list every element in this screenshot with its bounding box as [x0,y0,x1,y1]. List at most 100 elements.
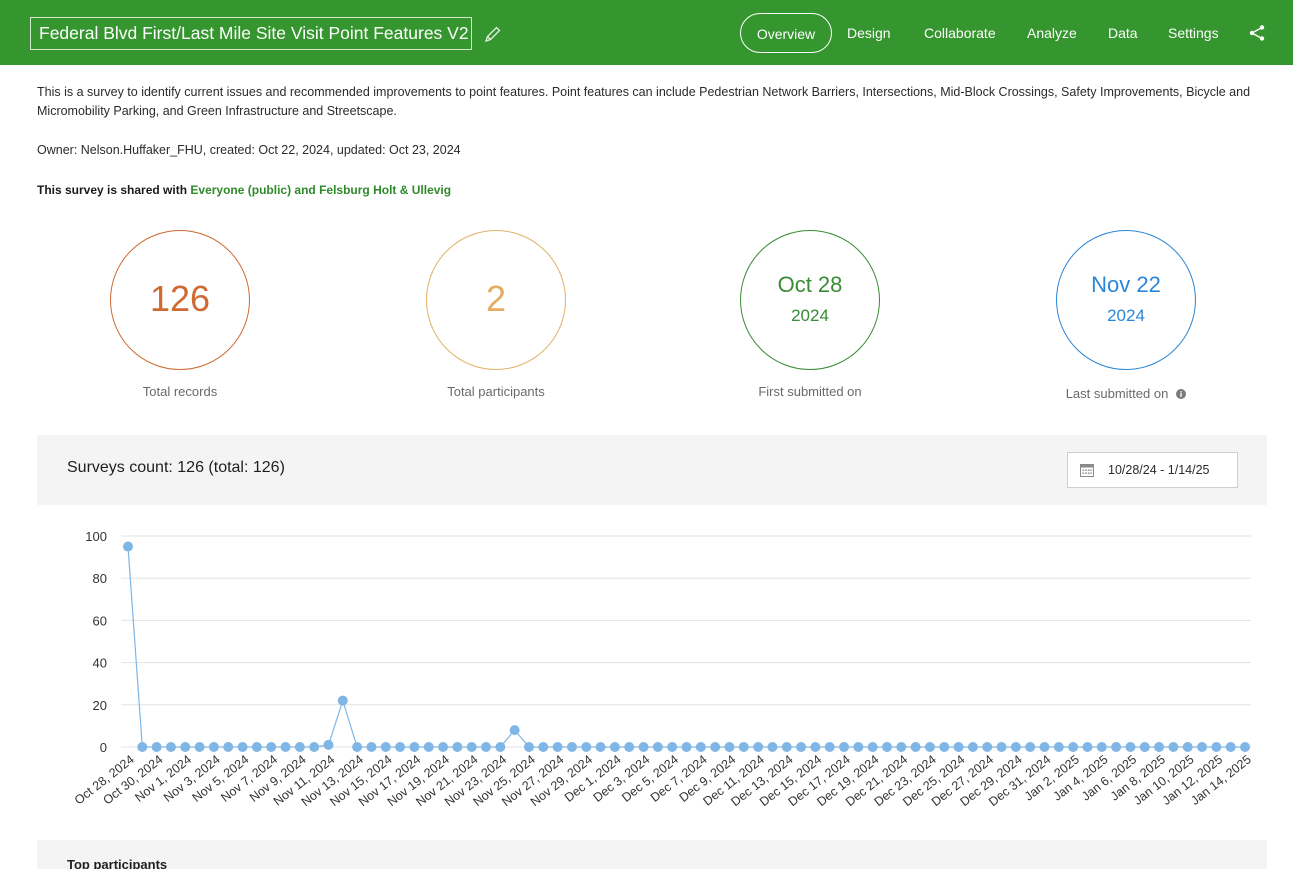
data-point [137,742,148,752]
data-point [1211,742,1222,752]
data-point [151,742,162,752]
data-point [1039,742,1050,752]
data-point [452,742,463,752]
data-point [366,742,377,752]
tab-data[interactable]: Data [1108,13,1138,53]
data-point [1240,742,1250,752]
data-point [1168,742,1179,752]
data-point [881,742,892,752]
data-point [638,742,649,752]
data-point [853,742,864,752]
data-point [123,541,133,552]
data-point [1182,742,1193,752]
data-point [953,742,964,752]
data-point [681,742,692,752]
data-point [1082,742,1093,752]
y-tick-label: 0 [100,740,107,755]
series-line [127,546,1245,748]
data-point [624,742,635,752]
data-point [996,742,1007,752]
data-point [438,742,449,752]
data-point [967,742,978,752]
tab-analyze[interactable]: Analyze [1027,13,1077,53]
first-submitted-year: 2024 [791,306,829,325]
share-icon[interactable] [1248,24,1266,42]
data-point [352,742,363,752]
data-point [824,742,835,752]
data-point [1225,742,1236,752]
tab-collaborate[interactable]: Collaborate [924,13,996,53]
data-point [337,695,348,706]
data-point [710,742,721,752]
data-point [1154,742,1165,752]
y-tick-label: 20 [93,698,107,713]
data-point [753,742,764,752]
owner-info: Owner: Nelson.Huffaker_FHU, created: Oct… [37,143,461,157]
data-point [910,742,921,752]
data-point [1068,742,1079,752]
tab-design[interactable]: Design [847,13,891,53]
top-bar: Federal Blvd First/Last Mile Site Visit … [0,0,1293,65]
data-point [1053,742,1064,752]
data-point [939,742,950,752]
data-point [194,742,205,752]
last-submitted-date: Nov 22 [1091,272,1161,297]
data-point [767,742,778,752]
data-point [1139,742,1150,752]
total-records-circle: 126 [110,230,250,370]
last-submitted-label: Last submitted on [1016,386,1236,401]
data-point [208,742,219,752]
data-point [581,742,592,752]
y-tick-label: 60 [93,613,107,628]
surveys-count-chart: 020406080100Oct 28, 2024Oct 30, 2024Nov … [72,529,1254,809]
data-point [695,742,706,752]
date-range-picker[interactable]: 10/28/24 - 1/14/25 [1067,452,1238,488]
sharing-prefix: This survey is shared with [37,183,191,197]
data-point [896,742,907,752]
data-point [538,742,549,752]
data-point [839,742,850,752]
y-tick-label: 80 [93,571,107,586]
data-point [266,742,277,752]
data-point [924,742,935,752]
data-point [509,725,520,736]
total-participants-label: Total participants [447,384,545,399]
data-point [796,742,807,752]
chart-header: Surveys count: 126 (total: 126) 10/28/24… [37,435,1267,505]
chart-title: Surveys count: 126 (total: 126) [67,459,285,476]
data-point [1111,742,1122,752]
total-records-value: 126 [149,278,211,319]
data-point [609,742,620,752]
data-point [466,742,477,752]
data-point [781,742,792,752]
data-point [165,742,176,752]
sharing-groups-link[interactable]: Everyone (public) and Felsburg Holt & Ul… [190,183,451,197]
calendar-icon [1080,464,1094,477]
total-participants-value: 2 [485,278,507,319]
first-submitted-label: First submitted on [758,384,862,399]
data-point [982,742,993,752]
last-submitted-label-text: Last submitted on [1065,386,1169,401]
data-point [280,742,291,752]
data-point [251,742,262,752]
data-point [566,742,577,752]
tab-settings[interactable]: Settings [1168,13,1219,53]
data-point [423,742,434,752]
data-point [294,742,305,752]
data-point [724,742,735,752]
pencil-icon[interactable] [483,24,503,44]
data-point [810,742,821,752]
top-participants-section: Top participants [37,840,1267,869]
data-point [1125,742,1136,752]
total-participants-circle: 2 [426,230,566,370]
first-submitted-circle: Oct 28 2024 [740,230,880,370]
y-tick-label: 40 [93,656,107,671]
data-point [523,742,534,752]
info-icon[interactable] [1176,389,1187,399]
data-point [323,739,334,750]
first-submitted-date: Oct 28 [777,272,843,297]
data-point [1010,742,1021,752]
last-submitted-circle: Nov 22 2024 [1056,230,1196,370]
survey-title-field[interactable]: Federal Blvd First/Last Mile Site Visit … [30,17,472,50]
tab-overview[interactable]: Overview [740,13,832,53]
